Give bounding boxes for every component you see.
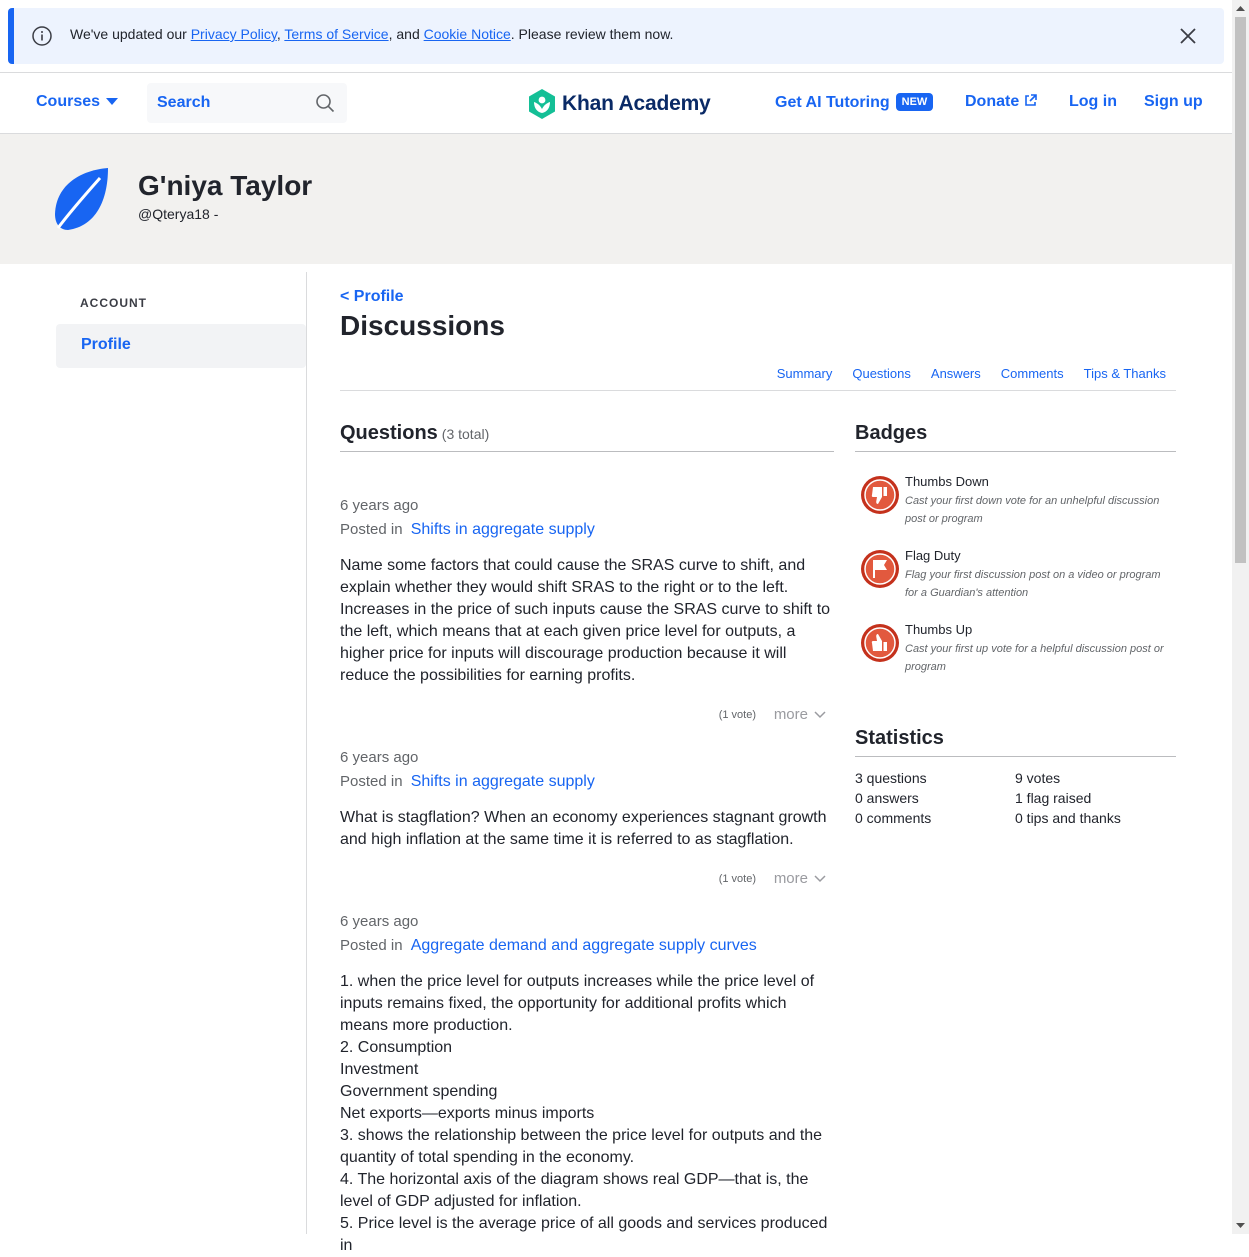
tab-questions[interactable]: Questions [852, 366, 911, 381]
post-time: 6 years ago [340, 749, 419, 766]
more-button[interactable]: more [774, 870, 826, 887]
profile-header: G'niya Taylor @Qterya18 - [0, 134, 1232, 264]
terms-of-service-link[interactable]: Terms of Service [284, 26, 388, 42]
post-time: 6 years ago [340, 497, 419, 514]
privacy-policy-link[interactable]: Privacy Policy [191, 26, 277, 42]
post-actions: (1 vote) more [340, 870, 834, 890]
post-body: Name some factors that could cause the S… [340, 557, 831, 684]
notice-text: , and [388, 26, 424, 42]
back-to-profile-link[interactable]: < Profile [340, 288, 404, 306]
post-location: Posted in Shifts in aggregate supply [340, 518, 834, 542]
badge-description: Cast your first up vote for a helpful di… [905, 643, 1164, 673]
profile-name: G'niya Taylor [138, 170, 313, 201]
chevron-down-icon [814, 874, 826, 882]
info-icon [32, 26, 52, 46]
profile-handle: @Qterya18 - [138, 206, 219, 222]
discussion-tabs: Summary Questions Answers Comments Tips … [340, 366, 1176, 391]
notice-text: We've updated our [70, 26, 191, 42]
chevron-down-icon [814, 710, 826, 718]
posted-in-label: Posted in [340, 937, 403, 954]
sidebar-item-label: Profile [81, 336, 131, 353]
more-label: more [773, 870, 808, 887]
scroll-down-arrow-icon[interactable] [1236, 1221, 1245, 1230]
badge-description: Flag your first discussion post on a vid… [905, 569, 1161, 599]
courses-label: Courses [36, 93, 101, 110]
notice-text: . Please review them now. [510, 26, 674, 42]
sidebar-item-profile[interactable]: Profile [56, 324, 306, 368]
stat-comments: 0 comments [855, 810, 932, 826]
new-badge: NEW [895, 93, 934, 111]
policy-notice-banner: We've updated our Privacy Policy, Terms … [8, 8, 1224, 64]
tab-comments[interactable]: Comments [1001, 366, 1064, 381]
questions-heading: Questions (3 total) [340, 422, 834, 452]
more-button[interactable]: more [774, 706, 826, 723]
ai-tutoring-link[interactable]: Get AI Tutoring NEW [775, 93, 934, 112]
donate-link[interactable]: Donate [965, 93, 1037, 111]
tab-summary[interactable]: Summary [777, 366, 833, 381]
search-icon[interactable] [315, 93, 335, 113]
khan-academy-logo[interactable]: Khan Academy [528, 89, 711, 119]
badge-name: Thumbs Down [905, 474, 989, 489]
badge-item: Thumbs Up Cast your first up vote for a … [855, 622, 1176, 682]
ai-tutoring-label: Get AI Tutoring [775, 94, 890, 111]
tab-tips-thanks[interactable]: Tips & Thanks [1084, 366, 1166, 381]
donate-label: Donate [965, 93, 1020, 110]
sidebar-section-title: ACCOUNT [80, 296, 147, 310]
post-time: 6 years ago [340, 913, 419, 930]
badge-description: Cast your first down vote for an unhelpf… [905, 495, 1160, 525]
post-topic-link[interactable]: Shifts in aggregate supply [411, 521, 595, 538]
notice-message: We've updated our Privacy Policy, Terms … [70, 26, 673, 42]
badge-item: Thumbs Down Cast your first down vote fo… [855, 474, 1176, 534]
flag-icon [861, 550, 899, 588]
question-post: 6 years ago Posted in Shifts in aggregat… [340, 746, 834, 851]
questions-heading-title: Questions [340, 422, 438, 444]
question-post: 6 years ago Posted in Aggregate demand a… [340, 910, 834, 1257]
badges-heading: Badges [855, 422, 1176, 452]
leaf-avatar-icon [55, 168, 108, 230]
account-sidebar: ACCOUNT Profile [56, 272, 307, 1234]
badge-name: Flag Duty [905, 548, 961, 563]
thumbs-down-icon [861, 476, 899, 514]
logo-wordmark: Khan Academy [562, 92, 711, 115]
stat-flags: 1 flag raised [1015, 790, 1092, 806]
page-title: Discussions [340, 310, 505, 341]
posted-in-label: Posted in [340, 521, 403, 538]
stat-votes: 9 votes [1015, 770, 1061, 786]
vote-count: (1 vote) [718, 709, 756, 721]
post-location: Posted in Aggregate demand and aggregate… [340, 934, 834, 958]
stat-answers: 0 answers [855, 790, 919, 806]
badge-item: Flag Duty Flag your first discussion pos… [855, 548, 1176, 608]
post-body: What is stagflation? When an economy exp… [340, 809, 827, 848]
page-scrollbar[interactable] [1232, 0, 1249, 1234]
badge-name: Thumbs Up [905, 622, 973, 637]
posted-in-label: Posted in [340, 773, 403, 790]
more-label: more [773, 706, 808, 723]
post-body: 1. when the price level for outputs incr… [340, 973, 828, 1254]
signup-link[interactable]: Sign up [1144, 93, 1203, 111]
post-actions: (1 vote) more [340, 706, 834, 726]
login-link[interactable]: Log in [1069, 93, 1117, 111]
scroll-up-arrow-icon[interactable] [1236, 4, 1245, 13]
vote-count: (1 vote) [718, 873, 756, 885]
external-link-icon [1024, 94, 1037, 106]
khan-academy-hexagon-icon [529, 89, 555, 119]
post-topic-link[interactable]: Aggregate demand and aggregate supply cu… [411, 937, 757, 954]
search-box [147, 83, 347, 123]
questions-count: (3 total) [441, 426, 490, 442]
question-post: 6 years ago Posted in Shifts in aggregat… [340, 494, 834, 687]
top-navigation: Courses Khan Academy Get AI TutoringNEW … [0, 72, 1232, 134]
post-topic-link[interactable]: Shifts in aggregate supply [411, 773, 595, 790]
courses-menu-button[interactable]: Courses [36, 93, 119, 111]
stat-questions: 3 questions [855, 770, 927, 786]
caret-down-icon [106, 98, 119, 105]
cookie-notice-link[interactable]: Cookie Notice [424, 26, 511, 42]
thumbs-up-icon [861, 624, 899, 662]
post-location: Posted in Shifts in aggregate supply [340, 770, 834, 794]
scrollbar-thumb[interactable] [1235, 17, 1246, 563]
stat-tips-thanks: 0 tips and thanks [1015, 810, 1121, 826]
close-icon[interactable] [1178, 26, 1198, 46]
tab-answers[interactable]: Answers [931, 366, 981, 381]
statistics-heading: Statistics [855, 727, 1176, 757]
